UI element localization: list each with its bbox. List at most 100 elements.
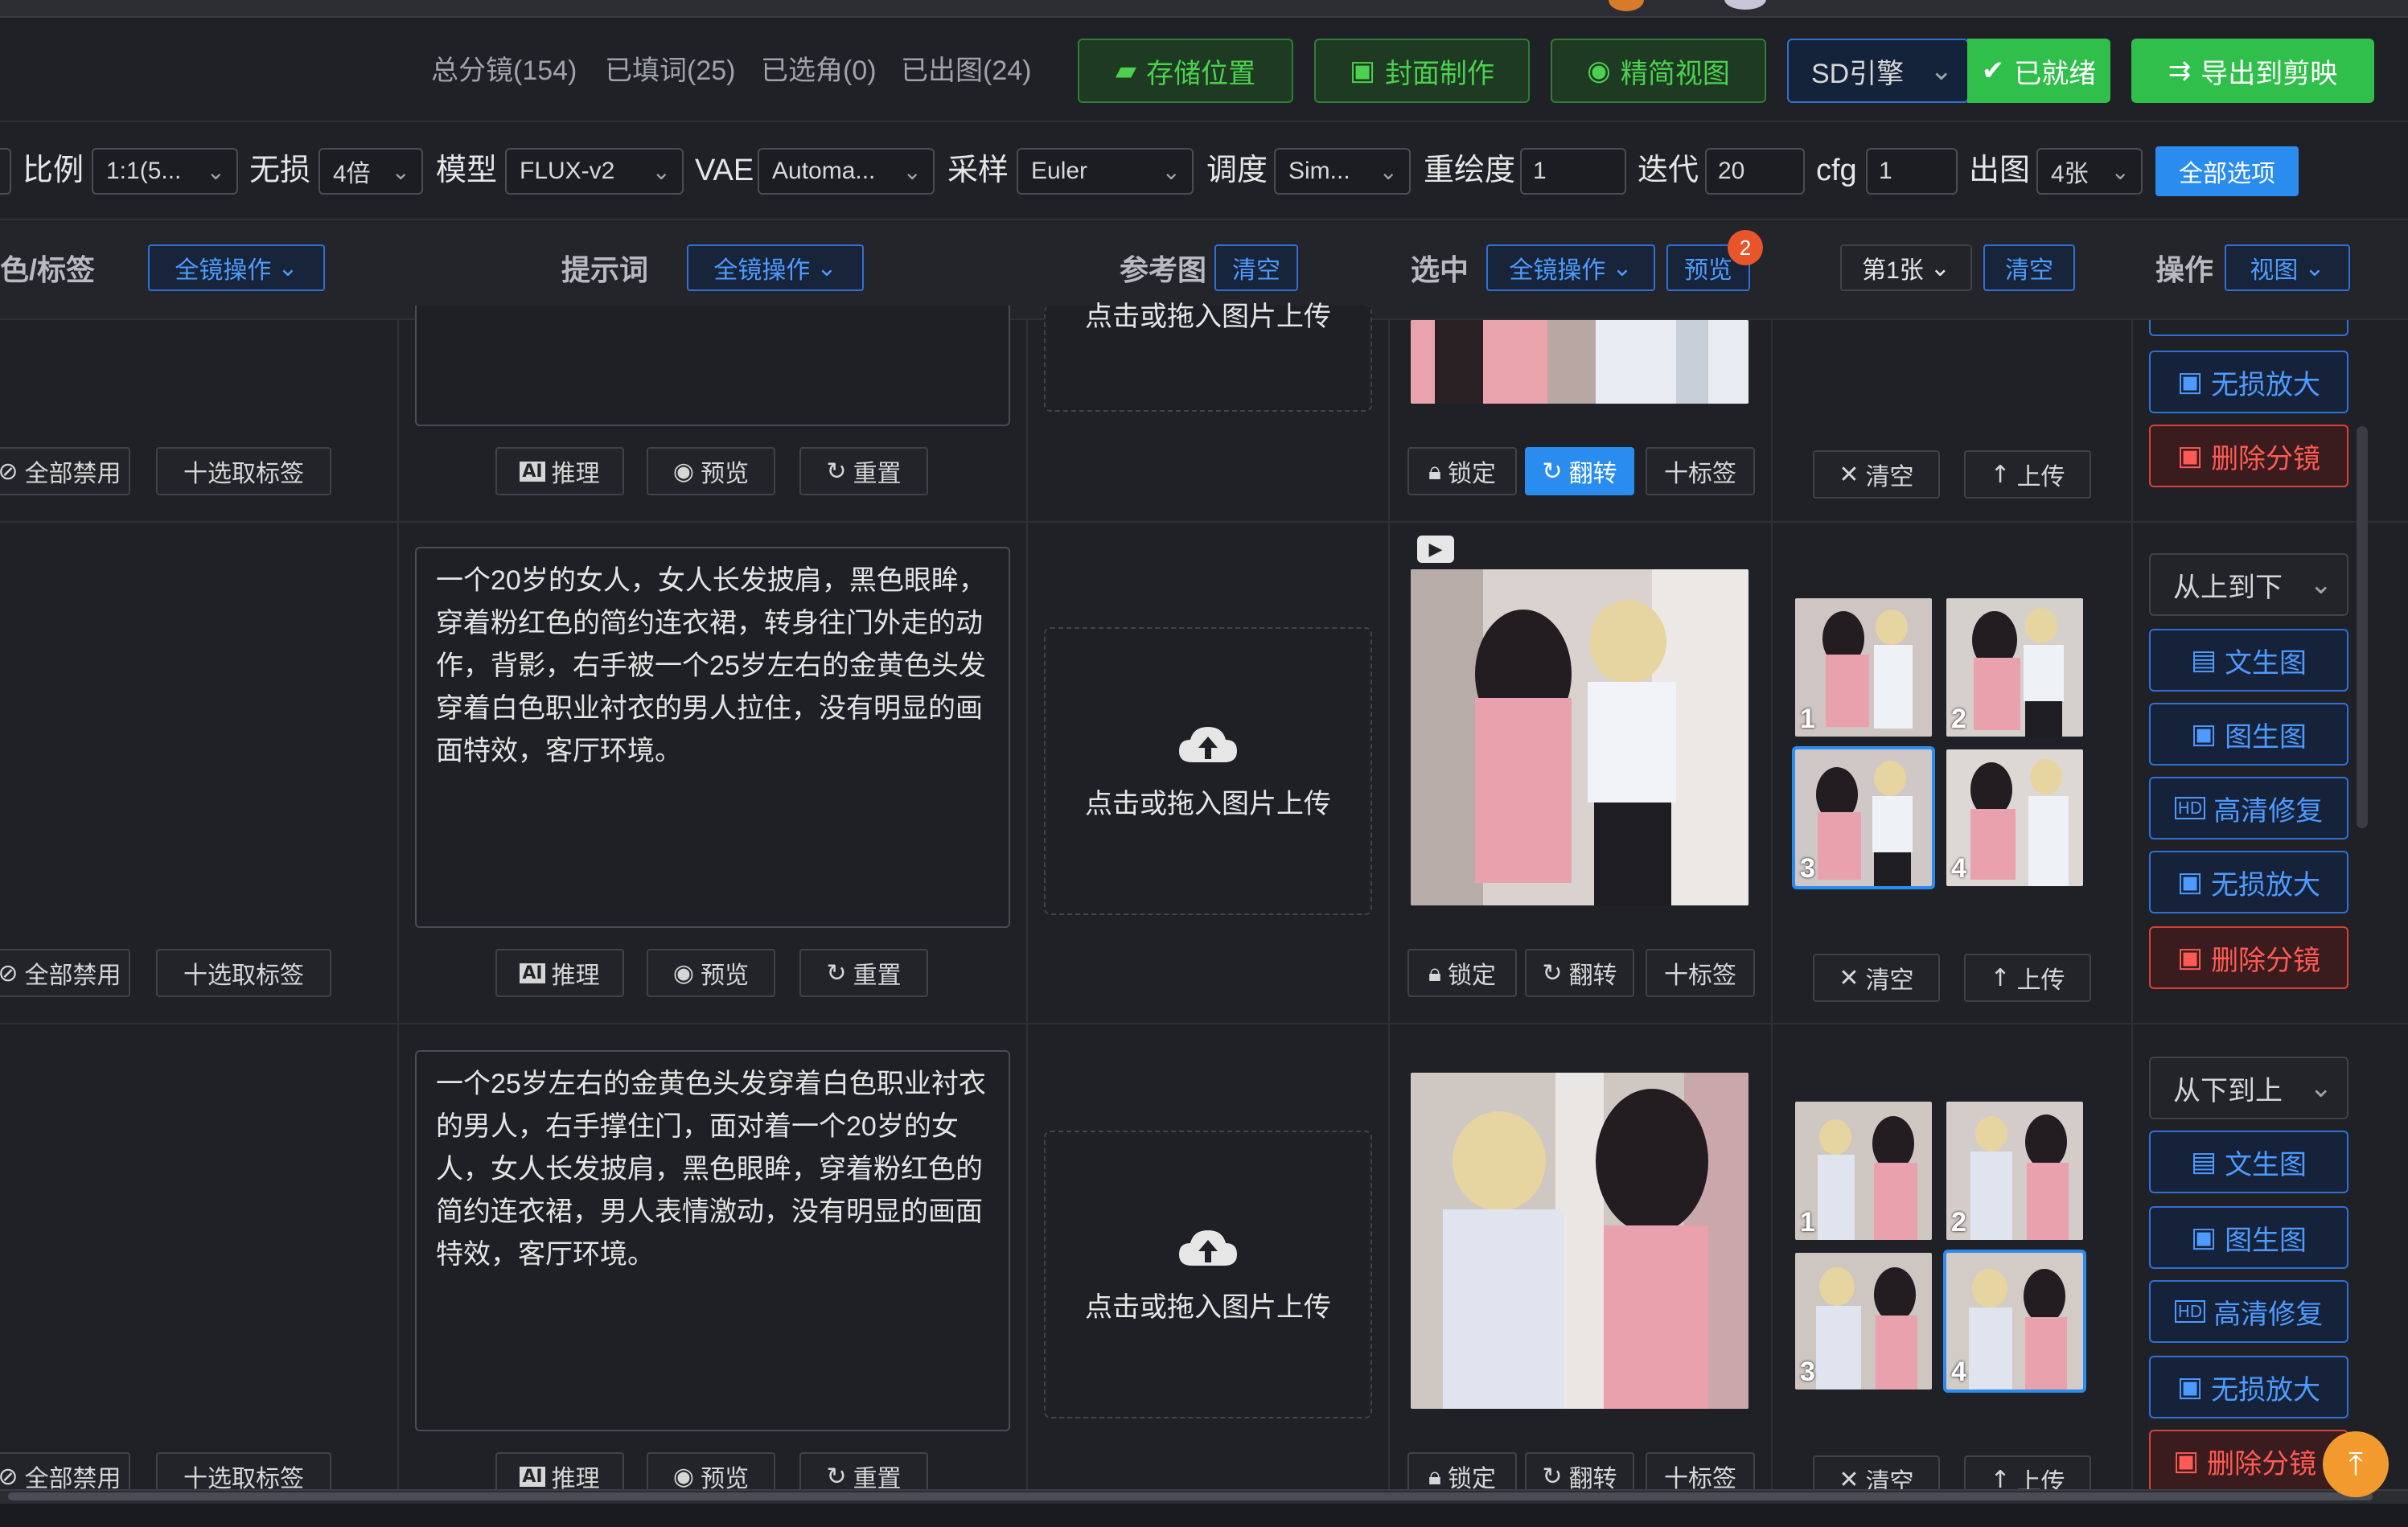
image-index-dropdown[interactable]: 第1张 ⌄ bbox=[1840, 244, 1972, 291]
prompt-textarea[interactable]: 一个20岁的女人，女人长发披肩，黑色眼眸，穿着粉红色的简约连衣裙，转身往门外走的… bbox=[415, 547, 1010, 928]
arrow-up-icon: ↑ bbox=[1990, 963, 2011, 992]
lossless-select[interactable]: 4倍 ⌄ bbox=[318, 148, 423, 195]
img2img-button[interactable]: ▣ 图生图 bbox=[2149, 703, 2348, 766]
engine-select[interactable]: SD引擎 ⌄ bbox=[1787, 39, 1969, 103]
tags-batch-dropdown[interactable]: 全镜操作 ⌄ bbox=[148, 244, 325, 291]
horizontal-scrollbar-thumb[interactable] bbox=[8, 1492, 2373, 1500]
vae-select[interactable]: Automa... ⌄ bbox=[758, 148, 935, 195]
add-tag-button[interactable]: 十标签 bbox=[1646, 447, 1755, 495]
hd-fix-button[interactable]: HD 高清修复 bbox=[2149, 777, 2348, 839]
selected-image[interactable] bbox=[1411, 569, 1748, 905]
reference-upload-zone[interactable]: 点击或拖入图片上传 bbox=[1044, 627, 1372, 915]
thumbnail-selected[interactable]: 3 bbox=[1792, 746, 1935, 889]
clear-label: 清空 bbox=[1865, 464, 1914, 491]
storage-location-button[interactable]: ▰ 存储位置 bbox=[1078, 39, 1293, 103]
disable-all-button[interactable]: ⊘ 全部禁用 bbox=[0, 949, 130, 997]
sampler-select[interactable]: Euler ⌄ bbox=[1017, 148, 1194, 195]
thumbnail[interactable]: 1 bbox=[1795, 1102, 1932, 1240]
compact-view-button[interactable]: ◉ 精简视图 bbox=[1551, 39, 1766, 103]
ratio-select[interactable]: 1:1(5... ⌄ bbox=[92, 148, 238, 195]
img2img-button[interactable]: ▣ 图生图 bbox=[2149, 1206, 2348, 1269]
reset-button[interactable]: ↻ 重置 bbox=[799, 949, 928, 997]
scrolled-action-button[interactable] bbox=[2149, 320, 2348, 336]
ready-status-button[interactable]: ✔ 已就绪 bbox=[1967, 39, 2110, 103]
reference-upload-zone[interactable]: 点击或拖入图片上传 bbox=[1044, 302, 1372, 412]
image-clear-button[interactable]: 清空 bbox=[1983, 244, 2075, 291]
selected-image[interactable] bbox=[1411, 1073, 1748, 1409]
reference-upload-zone[interactable]: 点击或拖入图片上传 bbox=[1044, 1131, 1372, 1418]
thumbnail-selected[interactable]: 4 bbox=[1943, 1250, 2086, 1393]
cover-making-button[interactable]: ▣ 封面制作 bbox=[1314, 39, 1530, 103]
cfg-input[interactable]: 1 bbox=[1866, 148, 1958, 195]
thumbnail[interactable]: 1 bbox=[1795, 598, 1932, 737]
lossless-upscale-button[interactable]: ▣ 无损放大 bbox=[2149, 351, 2348, 413]
cut-off-select[interactable] bbox=[0, 148, 11, 195]
pick-tags-button[interactable]: 十选取标签 bbox=[156, 447, 331, 495]
txt2img-button[interactable]: ▤ 文生图 bbox=[2149, 629, 2348, 692]
reference-clear-button[interactable]: 清空 bbox=[1214, 244, 1298, 291]
column-header-reference: 参考图 bbox=[1120, 253, 1207, 286]
preview-button[interactable]: ◉ 预览 bbox=[647, 447, 775, 495]
disable-all-button[interactable]: ⊘ 全部禁用 bbox=[0, 447, 130, 495]
chat-icon: ▤ bbox=[2190, 644, 2217, 676]
vae-value: Automa... bbox=[772, 158, 876, 184]
lock-button[interactable]: 🔒︎ 锁定 bbox=[1407, 447, 1517, 495]
order-dropdown[interactable]: 从下到上 ⌄ bbox=[2149, 1057, 2348, 1119]
reset-button[interactable]: ↻ 重置 bbox=[799, 447, 928, 495]
lock-icon: 🔒︎ bbox=[1428, 958, 1441, 987]
chevron-down-icon: ⌄ bbox=[1379, 158, 1398, 185]
vertical-scrollbar[interactable] bbox=[2357, 426, 2368, 828]
column-divider bbox=[1771, 320, 1773, 1489]
thumbnail[interactable]: 2 bbox=[1946, 1102, 2083, 1240]
infer-button[interactable]: AI 推理 bbox=[495, 447, 624, 495]
add-tag-button[interactable]: 十标签 bbox=[1646, 949, 1755, 997]
arrow-up-icon: ⤒ bbox=[2348, 1446, 2363, 1483]
clear-images-button[interactable]: ✕ 清空 bbox=[1813, 450, 1940, 499]
schedule-select[interactable]: Sim... ⌄ bbox=[1274, 148, 1411, 195]
lock-icon: 🔒︎ bbox=[1428, 457, 1441, 486]
preview-button[interactable]: ◉ 预览 bbox=[647, 949, 775, 997]
thumbnail[interactable]: 2 bbox=[1946, 598, 2083, 737]
flip-button[interactable]: ↻ 翻转 bbox=[1525, 949, 1634, 997]
image-icon: ▣ bbox=[2176, 942, 2204, 974]
prompt-textarea[interactable] bbox=[415, 306, 1010, 426]
model-value: FLUX-v2 bbox=[520, 158, 615, 184]
flip-button[interactable]: ↻ 翻转 bbox=[1525, 447, 1634, 495]
thumbnail[interactable]: 3 bbox=[1795, 1253, 1932, 1389]
delete-shot-button[interactable]: ▣ 删除分镜 bbox=[2149, 425, 2348, 487]
export-jianying-button[interactable]: ⇉ 导出到剪映 bbox=[2131, 39, 2374, 103]
infer-button[interactable]: AI 推理 bbox=[495, 949, 624, 997]
hd-fix-button[interactable]: HD 高清修复 bbox=[2149, 1280, 2348, 1343]
upload-button[interactable]: ↑ 上传 bbox=[1964, 450, 2091, 499]
prompt-batch-dropdown[interactable]: 全镜操作 ⌄ bbox=[687, 244, 864, 291]
lock-button[interactable]: 🔒︎ 锁定 bbox=[1407, 949, 1517, 997]
back-to-top-button[interactable]: ⤒ bbox=[2323, 1431, 2389, 1497]
iter-input[interactable]: 20 bbox=[1705, 148, 1805, 195]
thumbnail-number: 3 bbox=[1800, 853, 1815, 884]
txt2img-button[interactable]: ▤ 文生图 bbox=[2149, 1131, 2348, 1193]
infer-label: 推理 bbox=[551, 461, 600, 487]
output-count-select[interactable]: 4张 ⌄ bbox=[2036, 148, 2143, 195]
preview-count-badge: 2 bbox=[1728, 230, 1763, 265]
prompt-textarea[interactable]: 一个25岁左右的金黄色头发穿着白色职业衬衣的男人，右手撑住门，面对着一个20岁的… bbox=[415, 1050, 1010, 1431]
play-icon[interactable]: ▶ bbox=[1417, 536, 1454, 563]
delete-shot-button[interactable]: ▣ 删除分镜 bbox=[2149, 1430, 2348, 1492]
upload-button[interactable]: ↑ 上传 bbox=[1964, 954, 2091, 1002]
order-dropdown[interactable]: 从上到下 ⌄ bbox=[2149, 553, 2348, 616]
thumbnail[interactable]: 4 bbox=[1946, 749, 2083, 886]
redraw-input[interactable]: 1 bbox=[1520, 148, 1626, 195]
all-options-button[interactable]: 全部选项 bbox=[2155, 146, 2299, 196]
chevron-down-icon: ⌄ bbox=[1161, 158, 1181, 185]
lossless-upscale-button[interactable]: ▣ 无损放大 bbox=[2149, 851, 2348, 913]
view-dropdown[interactable]: 视图 ⌄ bbox=[2225, 244, 2350, 291]
model-select[interactable]: FLUX-v2 ⌄ bbox=[505, 148, 684, 195]
selected-batch-label: 全镜操作 bbox=[1509, 257, 1606, 284]
delete-shot-button[interactable]: ▣ 删除分镜 bbox=[2149, 926, 2348, 989]
selected-image[interactable] bbox=[1411, 320, 1748, 404]
stat-total-shots: 总分镜(154) bbox=[431, 55, 577, 86]
lossless-upscale-button[interactable]: ▣ 无损放大 bbox=[2149, 1356, 2348, 1418]
selected-batch-dropdown[interactable]: 全镜操作 ⌄ bbox=[1486, 244, 1655, 291]
clear-images-button[interactable]: ✕ 清空 bbox=[1813, 954, 1940, 1002]
image-chat-icon: ▣ bbox=[2190, 718, 2217, 750]
pick-tags-button[interactable]: 十选取标签 bbox=[156, 949, 331, 997]
